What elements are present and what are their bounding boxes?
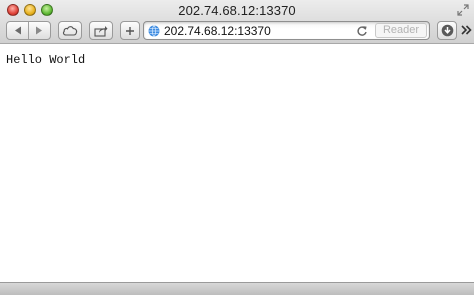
forward-arrow-icon — [36, 26, 43, 35]
toolbar: 202.74.68.12:13370 Reader — [0, 20, 474, 42]
address-bar[interactable]: 202.74.68.12:13370 Reader — [143, 21, 430, 40]
back-forward-group — [6, 21, 51, 40]
download-icon — [441, 24, 453, 37]
chevron-double-right-icon[interactable] — [460, 24, 472, 36]
reader-button[interactable]: Reader — [375, 23, 427, 38]
url-text[interactable]: 202.74.68.12:13370 — [164, 24, 271, 38]
downloads-button[interactable] — [437, 21, 457, 40]
status-bar — [0, 282, 474, 295]
add-bookmark-button[interactable] — [120, 21, 140, 40]
page-content: Hello World — [0, 45, 474, 282]
globe-icon — [148, 25, 160, 37]
plus-icon — [126, 26, 134, 35]
back-arrow-icon — [14, 26, 21, 35]
browser-chrome: 202.74.68.12:13370 202.74.68.12:13370 Re… — [0, 0, 474, 44]
icloud-tabs-button[interactable] — [58, 21, 82, 40]
page-text: Hello World — [6, 53, 86, 67]
back-button[interactable] — [7, 22, 28, 39]
fullscreen-icon[interactable] — [457, 4, 469, 16]
title-bar: 202.74.68.12:13370 — [0, 0, 474, 20]
window-title: 202.74.68.12:13370 — [178, 3, 296, 18]
cloud-icon — [62, 26, 78, 36]
forward-button[interactable] — [29, 22, 50, 39]
share-button[interactable] — [89, 21, 113, 40]
reload-icon[interactable] — [356, 25, 368, 37]
share-icon — [94, 25, 108, 37]
